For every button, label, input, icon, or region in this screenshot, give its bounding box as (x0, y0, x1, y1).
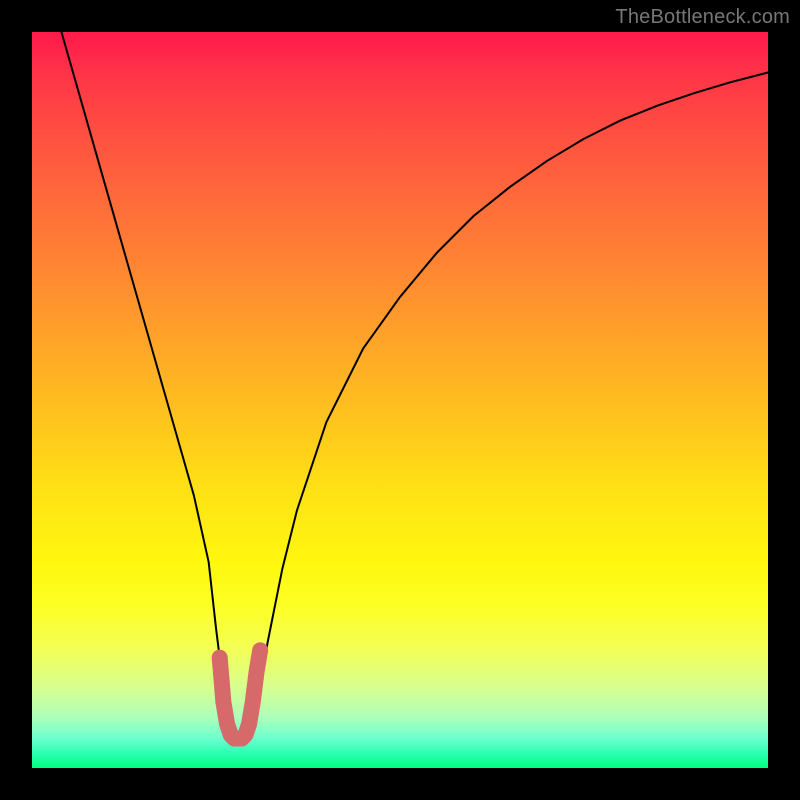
plot-area (32, 32, 768, 768)
bottleneck-curve (61, 32, 768, 739)
watermark-text: TheBottleneck.com (615, 6, 790, 29)
chart-frame: TheBottleneck.com (0, 0, 800, 800)
chart-svg (32, 32, 768, 768)
optimal-marker (220, 650, 260, 738)
